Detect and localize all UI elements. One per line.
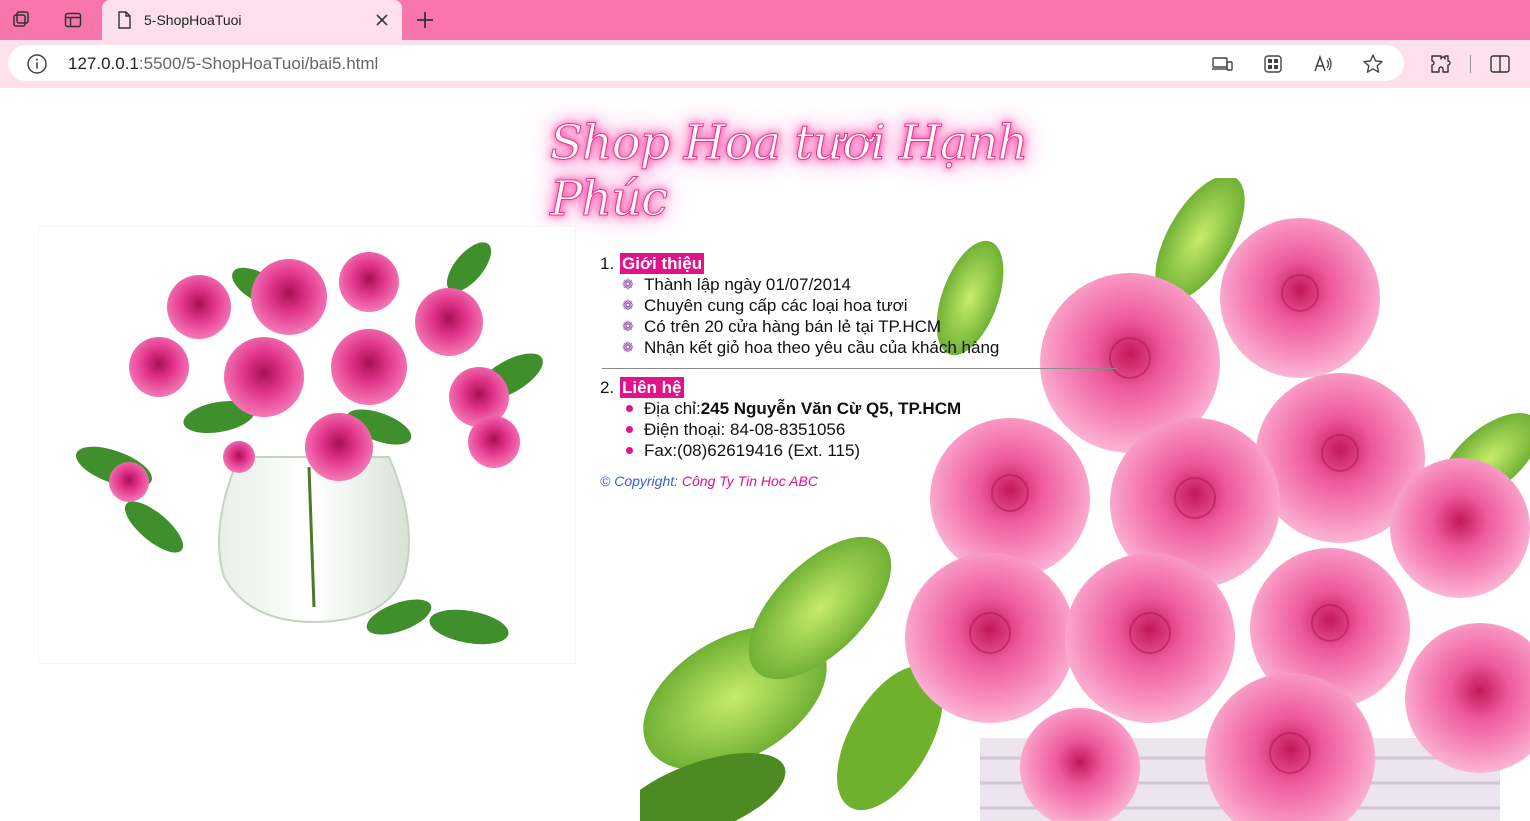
phone-item: Điện thoại: 84-08-8351056	[622, 419, 1120, 440]
dot-bullet-icon	[622, 405, 644, 412]
browser-tab-bar: 5-ShopHoaTuoi	[0, 0, 1530, 40]
split-screen-icon[interactable]	[1488, 52, 1512, 76]
shop-banner: Shop Hoa tươi Hạnh Phúc	[550, 115, 1140, 228]
copyright: © Copyright: Công Ty Tin Hoc ABC	[600, 473, 818, 489]
section-contact: 2. Liên hệ Địa chỉ: 245 Nguyễn Văn Cừ Q5…	[600, 377, 1120, 461]
section-intro: 1. Giới thiệu ❁ Thành lập ngày 01/07/2014…	[600, 253, 1120, 369]
banner-title: Shop Hoa tươi Hạnh Phúc	[550, 115, 1029, 228]
url-path: :5500/5-ShopHoaTuoi/bai5.html	[138, 54, 379, 73]
tab-actions-icon[interactable]	[58, 6, 88, 34]
address-bar[interactable]: 127.0.0.1:5500/5-ShopHoaTuoi/bai5.html	[8, 45, 1404, 81]
address-value: 245 Nguyễn Văn Cừ Q5, TP.HCM	[700, 399, 962, 418]
list-item: ❁ Thành lập ngày 01/07/2014	[622, 275, 852, 294]
section-heading: Liên hệ	[620, 377, 684, 398]
section-number: 2.	[600, 378, 615, 397]
flower-bullet-icon: ❁	[622, 297, 634, 313]
shop-info: 1. Giới thiệu ❁ Thành lập ngày 01/07/2014…	[600, 253, 1120, 489]
list-item: ❁ Có trên 20 cửa hàng bán lẻ tại TP.HCM	[622, 317, 942, 336]
tab-active[interactable]: 5-ShopHoaTuoi	[102, 0, 402, 40]
fax-item: Fax:(08)62619416 (Ext. 115)	[622, 440, 1120, 461]
new-tab-icon[interactable]	[410, 6, 440, 34]
page-icon	[116, 11, 132, 29]
section-heading: Giới thiệu	[620, 253, 705, 274]
page-viewport: Shop Hoa tươi Hạnh Phúc 1. Giới thiệu ❁ …	[0, 88, 1530, 821]
device-icon[interactable]	[1210, 52, 1234, 76]
flower-bullet-icon: ❁	[622, 339, 634, 355]
url-text[interactable]: 127.0.0.1:5500/5-ShopHoaTuoi/bai5.html	[68, 54, 378, 74]
tab-title: 5-ShopHoaTuoi	[144, 12, 242, 28]
section-number: 1.	[600, 254, 615, 273]
read-aloud-icon[interactable]	[1311, 52, 1335, 76]
list-item: ❁ Nhận kết giỏ hoa theo yêu cầu của khách…	[622, 338, 1000, 357]
toolbar-divider	[1470, 55, 1471, 73]
flower-bullet-icon: ❁	[622, 276, 634, 292]
dot-bullet-icon	[622, 426, 644, 433]
list-item: ❁ Chuyên cung cấp các loại hoa tươi	[622, 296, 908, 315]
flower-bullet-icon: ❁	[622, 318, 634, 334]
extensions-icon[interactable]	[1428, 52, 1452, 76]
url-host: 127.0.0.1	[68, 54, 139, 73]
company-name: Công Ty Tin Hoc ABC	[681, 473, 818, 489]
address-bar-row: 127.0.0.1:5500/5-ShopHoaTuoi/bai5.html	[0, 40, 1530, 88]
horizontal-rule	[602, 368, 1117, 369]
flower-vase-image	[38, 226, 576, 664]
workspaces-icon[interactable]	[6, 6, 36, 34]
close-tab-icon[interactable]	[370, 8, 394, 32]
site-info-icon[interactable]	[26, 53, 48, 75]
dot-bullet-icon	[622, 447, 644, 454]
apps-icon[interactable]	[1261, 52, 1285, 76]
address-item: Địa chỉ: 245 Nguyễn Văn Cừ Q5, TP.HCM	[622, 398, 1120, 419]
favorite-star-icon[interactable]	[1361, 52, 1385, 76]
